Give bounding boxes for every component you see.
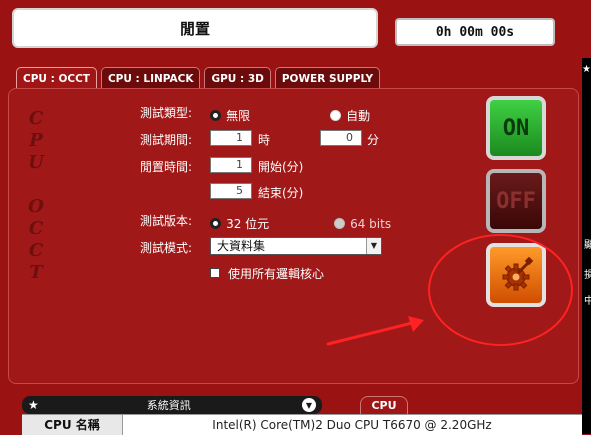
on-button-label: ON — [502, 115, 530, 141]
duration-hours-unit: 時 — [258, 133, 271, 147]
side-char-1: 顯 — [584, 240, 591, 251]
radio-disabled-icon — [334, 218, 345, 229]
on-button[interactable]: ON — [486, 96, 546, 160]
idle-end-unit: 結束(分) — [258, 186, 304, 200]
idle-end-input[interactable]: 5 — [210, 183, 252, 199]
test-tabs: CPU : OCCT CPU : LINPACK GPU : 3D POWER … — [16, 67, 381, 89]
cpu-name-label: CPU 名稱 — [22, 415, 123, 435]
tab-gpu-3d[interactable]: GPU : 3D — [204, 67, 271, 89]
radio-unselected-icon — [330, 110, 341, 121]
vertical-letter: C — [28, 218, 44, 239]
version-64-radio[interactable]: 64 bits — [334, 213, 391, 232]
all-cores-checkbox[interactable] — [210, 268, 220, 278]
elapsed-timer: 0h 00m 00s — [395, 18, 555, 46]
timer-text: 0h 00m 00s — [435, 24, 515, 40]
duration-minutes-input[interactable]: 0 — [320, 130, 362, 146]
mode-select-value: 大資料集 — [217, 239, 266, 253]
vertical-letter: T — [29, 262, 43, 283]
star-icon: ★ — [582, 64, 591, 75]
system-info-bar[interactable]: ★ 系統資訊 ▼ — [22, 396, 322, 414]
tab-cpu-linpack[interactable]: CPU : LINPACK — [100, 67, 201, 89]
duration-hours-input[interactable]: 1 — [210, 130, 252, 146]
vertical-letter: P — [29, 130, 43, 151]
chevron-down-icon[interactable]: ▼ — [366, 238, 381, 254]
test-type-infinite-radio[interactable]: 無限 — [210, 105, 250, 124]
vertical-letter: U — [28, 152, 44, 173]
side-char-2: 損 — [584, 270, 591, 281]
test-type-infinite-label: 無限 — [226, 109, 251, 123]
vertical-letter: C — [28, 108, 44, 129]
chevron-down-icon[interactable]: ▼ — [302, 398, 316, 412]
vertical-spacer — [22, 174, 50, 196]
side-char-3: 中 — [584, 296, 591, 307]
idle-start-input[interactable]: 1 — [210, 157, 252, 173]
radio-selected-icon — [210, 110, 221, 121]
status-text: 閒置 — [179, 19, 210, 38]
version-32-label: 32 位元 — [226, 217, 270, 231]
annotation-arrow-icon — [326, 316, 424, 346]
tab-power-supply[interactable]: POWER SUPPLY — [274, 67, 381, 89]
system-info-label: 系統資訊 — [146, 399, 191, 412]
test-type-auto-label: 自動 — [346, 109, 371, 123]
status-display: 閒置 — [12, 8, 378, 48]
all-cores-label: 使用所有邏輯核心 — [228, 267, 325, 281]
cpu-name-value: Intel(R) Core(TM)2 Duo CPU T6670 @ 2.20G… — [212, 418, 492, 432]
version-64-label: 64 bits — [350, 217, 392, 231]
vertical-title: C P U O C C T — [22, 108, 50, 284]
idle-start-unit: 開始(分) — [258, 160, 304, 174]
mode-select[interactable]: 大資料集 ▼ — [210, 237, 382, 255]
off-button[interactable]: OFF — [486, 169, 546, 233]
version-32-radio[interactable]: 32 位元 — [210, 213, 269, 232]
duration-label: 測試期間: — [140, 133, 193, 147]
tab-cpu-occt[interactable]: CPU : OCCT — [16, 67, 97, 89]
test-type-auto-radio[interactable]: 自動 — [330, 105, 370, 124]
version-label: 測試版本: — [140, 214, 193, 228]
off-button-label: OFF — [496, 188, 536, 214]
duration-minutes-unit: 分 — [367, 133, 380, 147]
star-icon: ★ — [28, 398, 39, 412]
vertical-letter: C — [28, 240, 44, 261]
cpu-info-row: CPU 名稱 Intel(R) Core(TM)2 Duo CPU T6670 … — [22, 414, 582, 435]
mode-label: 測試模式: — [140, 241, 193, 255]
annotation-circle — [428, 234, 573, 346]
tab-cpu-info[interactable]: CPU — [360, 396, 408, 414]
idle-label: 閒置時間: — [140, 160, 193, 174]
vertical-letter: O — [28, 196, 44, 217]
test-type-label: 測試類型: — [140, 106, 193, 120]
radio-selected-icon — [210, 218, 221, 229]
